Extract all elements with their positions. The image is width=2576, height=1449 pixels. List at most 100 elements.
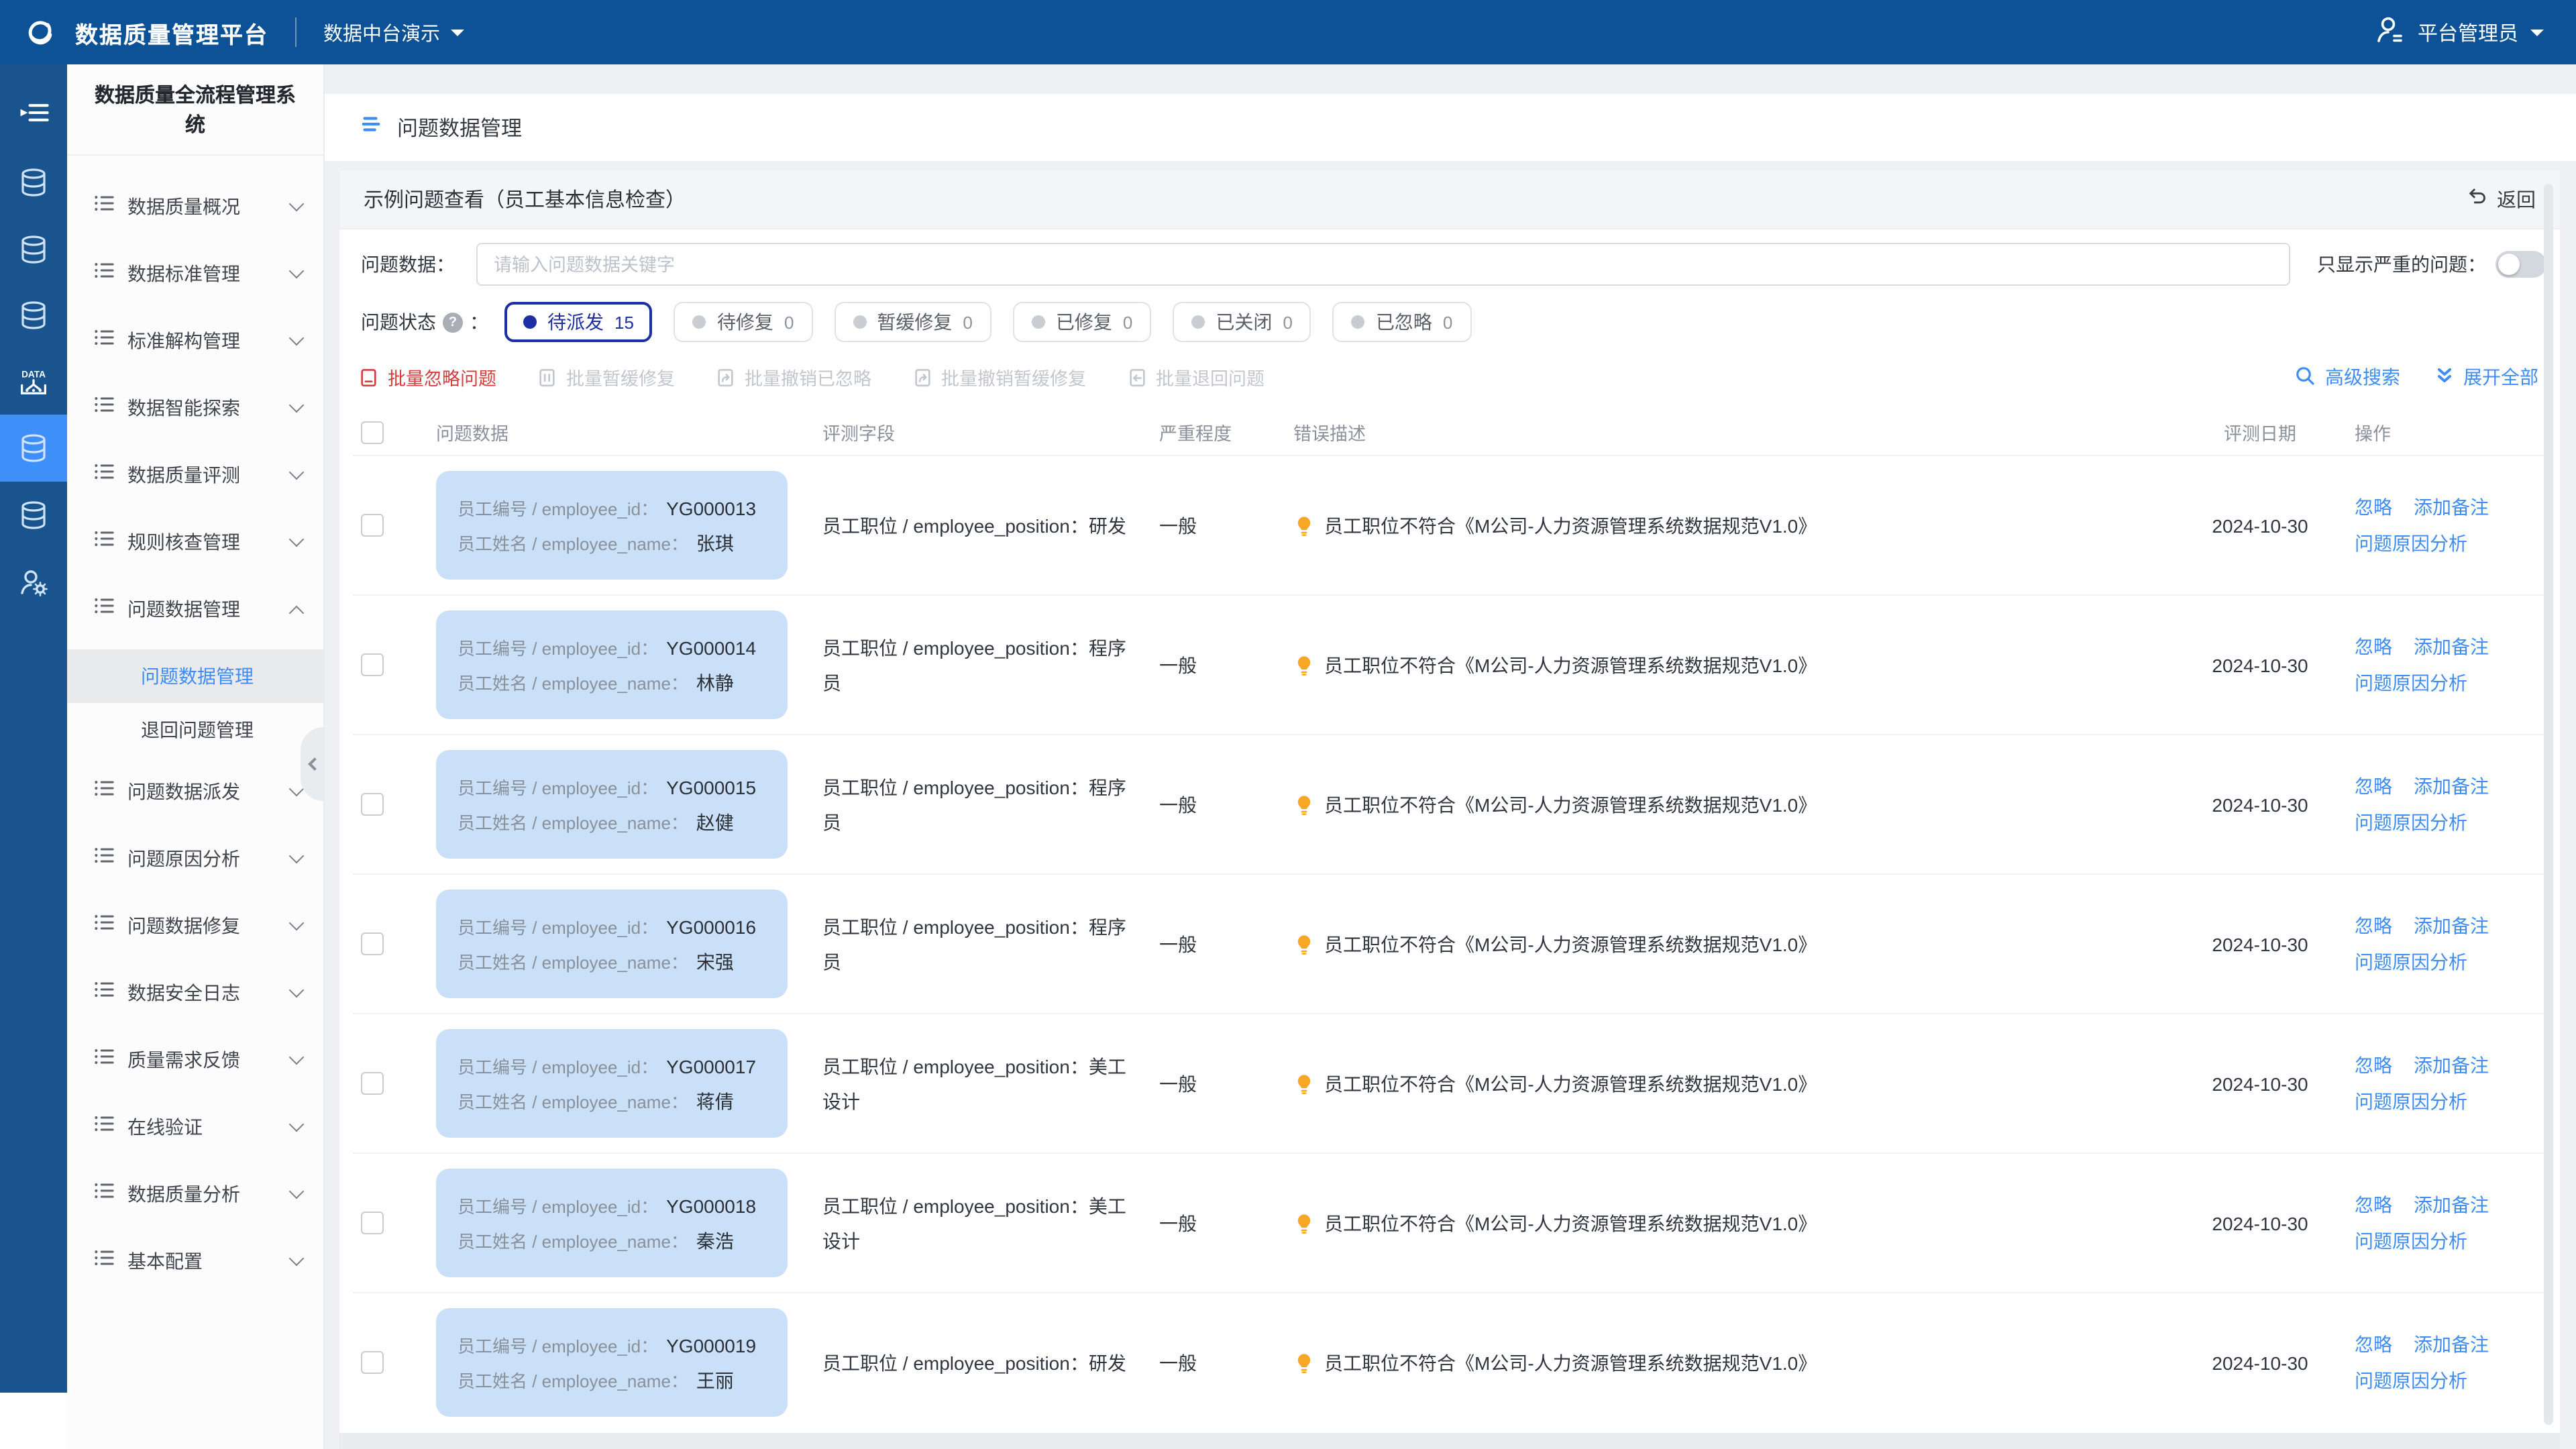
sidebar-subitem-问题数据管理[interactable]: 问题数据管理 xyxy=(67,649,323,703)
cause-analysis-link[interactable]: 问题原因分析 xyxy=(2355,811,2467,833)
severe-only-toggle[interactable] xyxy=(2496,251,2546,278)
status-chip-count: 0 xyxy=(784,312,794,332)
rail-item-4[interactable] xyxy=(0,282,67,349)
add-note-link[interactable]: 添加备注 xyxy=(2414,635,2489,657)
status-chip-已忽略[interactable]: 已忽略0 xyxy=(1333,302,1471,342)
sidebar-item-问题原因分析[interactable]: 问题原因分析 xyxy=(67,832,323,885)
sidebar-item-数据质量分析[interactable]: 数据质量分析 xyxy=(67,1167,323,1221)
list-icon xyxy=(94,979,114,1006)
sidebar-item-数据安全日志[interactable]: 数据安全日志 xyxy=(67,966,323,1020)
sidebar-item-数据质量概况[interactable]: 数据质量概况 xyxy=(67,180,323,233)
vertical-scrollbar[interactable] xyxy=(2544,184,2553,1425)
doc-undo-icon xyxy=(715,367,735,387)
sidebar-item-质量需求反馈[interactable]: 质量需求反馈 xyxy=(67,1033,323,1087)
date-cell: 2024-10-30 xyxy=(2183,1212,2337,1234)
column-date: 评测日期 xyxy=(2183,419,2337,445)
status-chip-暂缓修复[interactable]: 暂缓修复0 xyxy=(834,302,991,342)
status-chip-已关闭[interactable]: 已关闭0 xyxy=(1173,302,1311,342)
sidebar-collapse-handle[interactable] xyxy=(301,727,323,801)
help-icon[interactable]: ? xyxy=(443,312,463,332)
advanced-search-button[interactable]: 高级搜索 xyxy=(2294,364,2400,390)
add-note-link[interactable]: 添加备注 xyxy=(2414,1054,2489,1075)
rail-item-6[interactable] xyxy=(0,415,67,482)
issue-data-card: 员工编号 / employee_id：YG000015 员工姓名 / emplo… xyxy=(436,750,788,859)
chevron-down-icon xyxy=(289,532,305,547)
add-note-link[interactable]: 添加备注 xyxy=(2414,1333,2489,1354)
sidebar-item-数据质量评测[interactable]: 数据质量评测 xyxy=(67,448,323,502)
add-note-link[interactable]: 添加备注 xyxy=(2414,775,2489,796)
batch-button-label: 批量撤销暂缓修复 xyxy=(941,364,1086,390)
severity-cell: 一般 xyxy=(1148,1070,1283,1097)
row-checkbox[interactable] xyxy=(361,793,384,816)
batch-button-批量忽略问题[interactable]: 批量忽略问题 xyxy=(358,364,496,390)
sidebar-item-问题数据修复[interactable]: 问题数据修复 xyxy=(67,899,323,953)
breadcrumb: 问题数据管理 xyxy=(325,94,2576,161)
row-checkbox[interactable] xyxy=(361,653,384,676)
sidebar-item-label: 在线验证 xyxy=(127,1114,203,1140)
back-button[interactable]: 返回 xyxy=(2467,185,2536,213)
issue-keyword-input[interactable] xyxy=(476,243,2290,286)
batch-button-批量退回问题: 批量退回问题 xyxy=(1126,364,1265,390)
rail-item-5[interactable]: DATA xyxy=(0,349,67,416)
cause-analysis-link[interactable]: 问题原因分析 xyxy=(2355,1090,2467,1112)
ignore-link[interactable]: 忽略 xyxy=(2355,775,2392,796)
cause-analysis-link[interactable]: 问题原因分析 xyxy=(2355,1230,2467,1251)
ignore-link[interactable]: 忽略 xyxy=(2355,635,2392,657)
select-all-checkbox[interactable] xyxy=(361,421,384,443)
row-checkbox[interactable] xyxy=(361,932,384,955)
add-note-link[interactable]: 添加备注 xyxy=(2414,496,2489,517)
cause-analysis-link[interactable]: 问题原因分析 xyxy=(2355,672,2467,693)
panel-body: 问题数据： 只显示严重的问题： 问题状态 ? ： 待派发15待修复0暂缓修复0已… xyxy=(339,243,2560,1432)
sidebar-subitem-退回问题管理[interactable]: 退回问题管理 xyxy=(67,706,323,754)
sidebar-item-label: 质量需求反馈 xyxy=(127,1046,240,1073)
ignore-link[interactable]: 忽略 xyxy=(2355,1333,2392,1354)
list-icon xyxy=(94,529,114,555)
ignore-link[interactable]: 忽略 xyxy=(2355,1054,2392,1075)
sidebar-item-基本配置[interactable]: 基本配置 xyxy=(67,1234,323,1288)
rail-item-2[interactable] xyxy=(0,149,67,216)
status-chip-dot xyxy=(693,315,706,329)
cause-analysis-link[interactable]: 问题原因分析 xyxy=(2355,951,2467,972)
sidebar-item-问题数据派发[interactable]: 问题数据派发 xyxy=(67,765,323,818)
sidebar-item-规则核查管理[interactable]: 规则核查管理 xyxy=(67,515,323,569)
sidebar-item-在线验证[interactable]: 在线验证 xyxy=(67,1100,323,1154)
rail-item-8[interactable] xyxy=(0,549,67,616)
column-field: 评测字段 xyxy=(806,419,1148,445)
database-icon xyxy=(17,233,50,266)
ignore-link[interactable]: 忽略 xyxy=(2355,914,2392,936)
field-cell: 员工职位 / employee_position：程序员 xyxy=(806,769,1148,839)
rail-item-1[interactable] xyxy=(0,79,67,146)
user-menu[interactable]: 平台管理员 xyxy=(2373,13,2576,51)
add-note-link[interactable]: 添加备注 xyxy=(2414,1193,2489,1215)
cause-analysis-link[interactable]: 问题原因分析 xyxy=(2355,1369,2467,1391)
sidebar-item-数据标准管理[interactable]: 数据标准管理 xyxy=(67,247,323,301)
row-checkbox[interactable] xyxy=(361,1351,384,1374)
sidebar-item-label: 数据质量分析 xyxy=(127,1181,240,1208)
status-chip-已修复[interactable]: 已修复0 xyxy=(1013,302,1151,342)
ignore-link[interactable]: 忽略 xyxy=(2355,1193,2392,1215)
row-checkbox[interactable] xyxy=(361,514,384,537)
ignore-link[interactable]: 忽略 xyxy=(2355,496,2392,517)
column-severity: 严重程度 xyxy=(1148,419,1283,445)
status-chip-label: 已关闭 xyxy=(1216,309,1272,335)
add-note-link[interactable]: 添加备注 xyxy=(2414,914,2489,936)
rail-item-7[interactable] xyxy=(0,482,67,549)
status-chip-待修复[interactable]: 待修复0 xyxy=(674,302,812,342)
issue-data-card: 员工编号 / employee_id：YG000013 员工姓名 / emplo… xyxy=(436,471,788,580)
expand-all-button[interactable]: 展开全部 xyxy=(2435,364,2538,390)
sidebar-item-数据智能探索[interactable]: 数据智能探索 xyxy=(67,381,323,435)
sidebar-item-标准解构管理[interactable]: 标准解构管理 xyxy=(67,314,323,368)
status-chip-count: 0 xyxy=(1123,312,1132,332)
chevron-down-icon xyxy=(289,264,305,279)
sidebar-item-label: 数据智能探索 xyxy=(127,394,240,421)
severity-cell: 一般 xyxy=(1148,1210,1283,1236)
rail-item-3[interactable] xyxy=(0,216,67,283)
status-chip-待派发[interactable]: 待派发15 xyxy=(504,302,653,342)
row-checkbox[interactable] xyxy=(361,1072,384,1095)
cause-analysis-link[interactable]: 问题原因分析 xyxy=(2355,532,2467,553)
row-actions: 忽略 添加备注 问题原因分析 xyxy=(2337,1047,2546,1120)
row-checkbox[interactable] xyxy=(361,1212,384,1234)
chevron-up-icon xyxy=(289,606,305,621)
env-switcher[interactable]: 数据中台演示 xyxy=(323,18,464,46)
sidebar-item-问题数据管理[interactable]: 问题数据管理 xyxy=(67,582,323,636)
